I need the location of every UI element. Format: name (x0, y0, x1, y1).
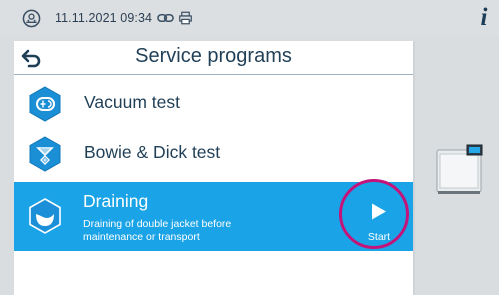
panel-header: Service programs (14, 41, 413, 75)
start-button-label: Start (367, 231, 391, 243)
draining-icon (29, 198, 61, 234)
page-title: Service programs (135, 45, 292, 67)
back-arrow-icon[interactable] (20, 47, 44, 69)
sterilizer-status-icon (22, 9, 41, 28)
list-item-draining[interactable]: Draining Draining of double jacket befor… (14, 182, 413, 251)
service-programs-panel: Service programs Vacuum test Bowie & Dic… (14, 41, 413, 295)
start-button[interactable]: Start (359, 193, 399, 245)
play-icon (372, 203, 386, 220)
list-item-label: Draining (83, 191, 149, 211)
printer-icon (179, 11, 192, 25)
info-icon[interactable]: i (474, 4, 494, 32)
list-item-label: Bowie & Dick test (84, 142, 221, 162)
status-datetime: 11.11.2021 09:34 (55, 11, 153, 25)
sterilizer-device-icon (436, 144, 483, 194)
vacuum-test-icon (29, 86, 61, 122)
network-link-icon (157, 13, 174, 23)
list-item-description: Draining of double jacket before mainten… (83, 218, 232, 243)
list-item-label: Vacuum test (84, 92, 180, 112)
side-divider (413, 41, 415, 295)
bowie-dick-test-icon (29, 136, 61, 172)
status-bar: 11.11.2021 09:34 i (0, 0, 499, 36)
list-item-vacuum-test[interactable]: Vacuum test (14, 79, 413, 129)
list-item-bowie-dick-test[interactable]: Bowie & Dick test (14, 129, 413, 179)
